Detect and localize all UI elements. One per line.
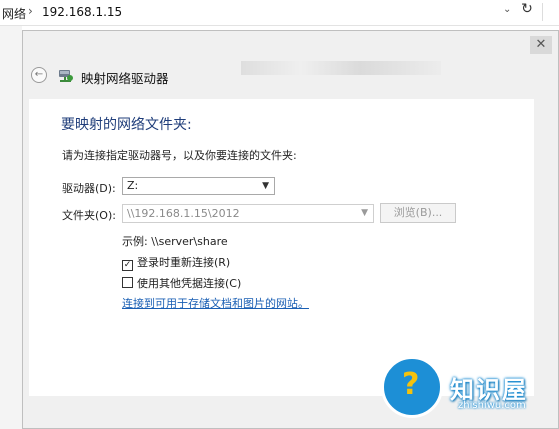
blurred-region (241, 61, 441, 75)
watermark-logo: ? (381, 356, 443, 418)
address-history-dropdown[interactable]: ⌄ (503, 4, 511, 15)
chevron-down-icon: ▼ (262, 181, 269, 191)
explorer-address-bar[interactable]: 网络 › 192.168.1.15 ⌄ ↻ (0, 0, 559, 26)
network-drive-icon (59, 70, 73, 82)
question-mark-icon: ? (402, 367, 420, 402)
back-button[interactable]: ← (31, 67, 47, 83)
close-button[interactable]: ✕ (530, 36, 552, 54)
instruction-text: 请为连接指定驱动器号，以及你要连接的文件夹: (62, 149, 297, 162)
folder-label: 文件夹(O): (62, 209, 116, 222)
reconnect-checkbox-row[interactable]: ✓ 登录时重新连接(R) (122, 254, 230, 271)
breadcrumb-separator[interactable]: › (28, 4, 33, 18)
folder-path-combo[interactable]: \\192.168.1.15\2012 ▼ (122, 204, 374, 223)
explorer-nav-pane (0, 26, 22, 429)
reconnect-label[interactable]: 登录时重新连接(R) (137, 256, 230, 269)
page-heading: 要映射的网络文件夹: (61, 117, 192, 133)
watermark-url: zhishiwu.com (458, 400, 526, 411)
connect-website-link[interactable]: 连接到可用于存储文档和图片的网站。 (122, 295, 309, 311)
drive-letter-value: Z: (127, 179, 139, 192)
address-divider (542, 3, 543, 21)
chevron-down-icon: ▼ (361, 208, 368, 218)
drive-letter-select[interactable]: Z: ▼ (122, 177, 275, 195)
breadcrumb-network[interactable]: 网络 (2, 5, 26, 22)
dialog-content: 要映射的网络文件夹: 请为连接指定驱动器号，以及你要连接的文件夹: 驱动器(D)… (29, 99, 534, 396)
breadcrumb-address[interactable]: 192.168.1.15 (42, 5, 122, 19)
credentials-checkbox-row[interactable]: 使用其他凭据连接(C) (122, 275, 241, 291)
reconnect-checkbox[interactable]: ✓ (122, 260, 133, 271)
dialog-title: 映射网络驱动器 (81, 71, 169, 86)
refresh-icon[interactable]: ↻ (518, 1, 536, 21)
example-text: 示例: \\server\share (122, 235, 228, 248)
other-credentials-label[interactable]: 使用其他凭据连接(C) (137, 277, 241, 290)
other-credentials-checkbox[interactable] (122, 277, 133, 288)
browse-button[interactable]: 浏览(B)... (380, 203, 456, 223)
drive-label: 驱动器(D): (62, 182, 116, 195)
folder-path-value: \\192.168.1.15\2012 (127, 207, 240, 220)
